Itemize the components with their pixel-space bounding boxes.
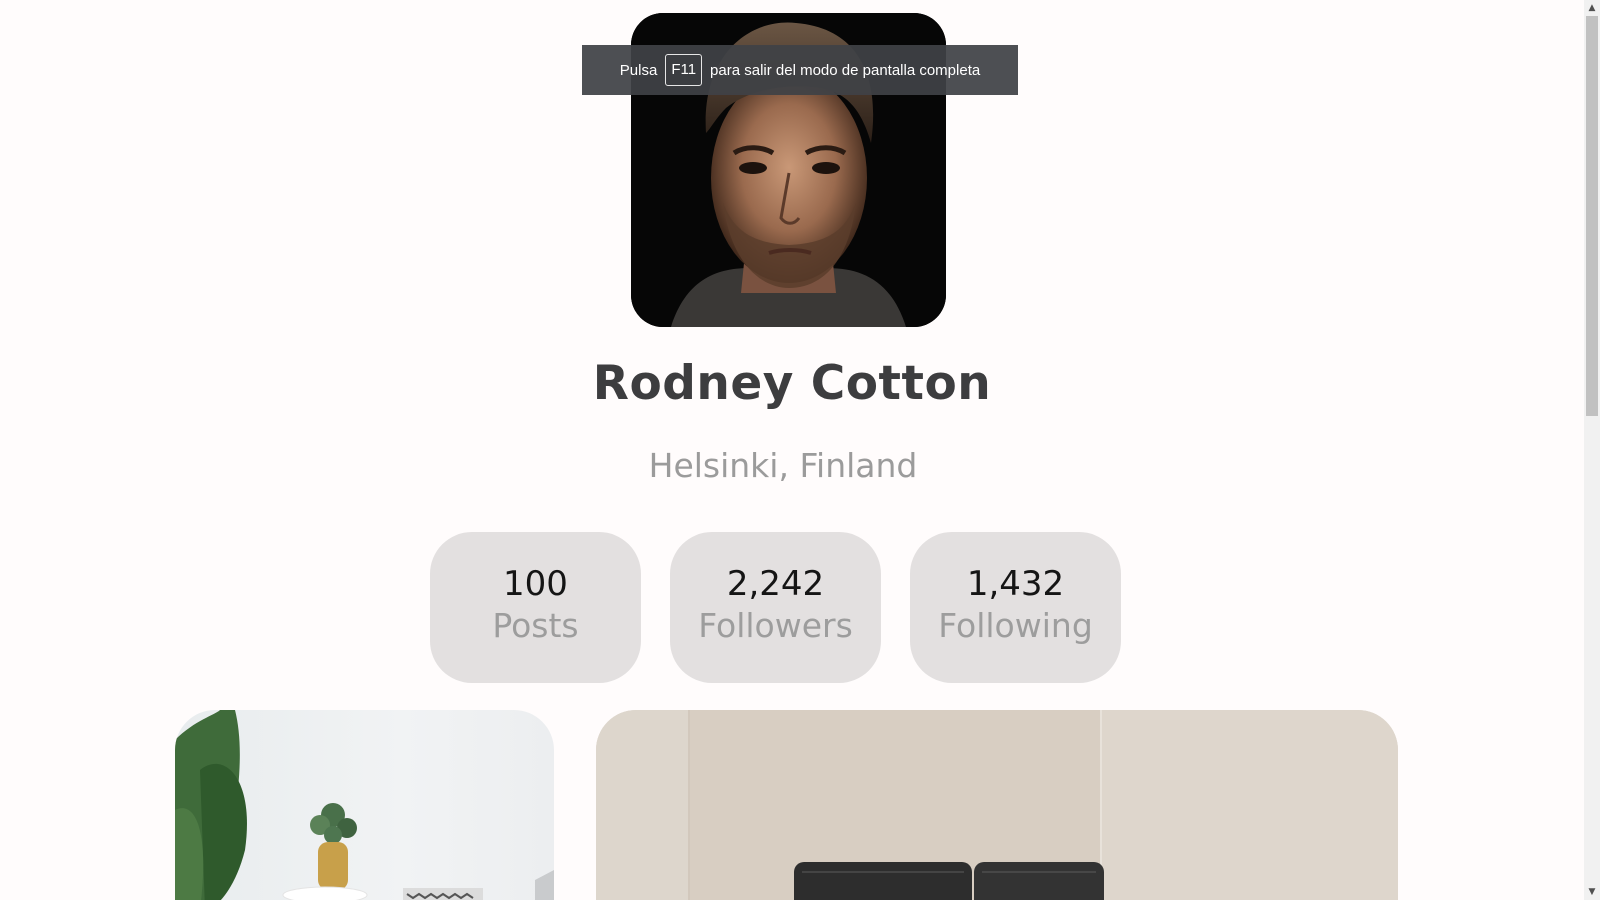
profile-location: Helsinki, Finland [648, 446, 918, 485]
profile-stats: 100 Posts 2,242 Followers 1,432 Followin… [430, 532, 1121, 683]
scroll-down-icon[interactable]: ▼ [1584, 884, 1600, 900]
fullscreen-notice: Pulsa F11 para salir del modo de pantall… [582, 45, 1018, 95]
gallery-photo[interactable] [175, 710, 554, 900]
notice-prefix: Pulsa [619, 61, 658, 79]
stat-label: Followers [698, 606, 853, 645]
stat-followers[interactable]: 2,242 Followers [670, 532, 881, 683]
stat-value: 1,432 [966, 564, 1065, 604]
browser-viewport: Rodney Cotton Helsinki, Finland 100 Post… [0, 0, 1600, 900]
notice-suffix: para salir del modo de pantalla completa [710, 61, 981, 79]
profile-name: Rodney Cotton [592, 356, 992, 411]
stat-label: Posts [492, 606, 579, 645]
scroll-up-icon[interactable]: ▲ [1584, 0, 1600, 16]
stat-following[interactable]: 1,432 Following [910, 532, 1121, 683]
stat-value: 2,242 [726, 564, 825, 604]
gallery-photo[interactable] [596, 710, 1398, 900]
profile-page: Rodney Cotton Helsinki, Finland 100 Post… [0, 0, 1584, 900]
vertical-scrollbar[interactable]: ▲ ▼ [1584, 0, 1600, 900]
f11-key-badge: F11 [665, 54, 703, 86]
stat-value: 100 [503, 564, 568, 604]
scroll-thumb[interactable] [1586, 16, 1598, 416]
stat-label: Following [938, 606, 1093, 645]
stat-posts[interactable]: 100 Posts [430, 532, 641, 683]
